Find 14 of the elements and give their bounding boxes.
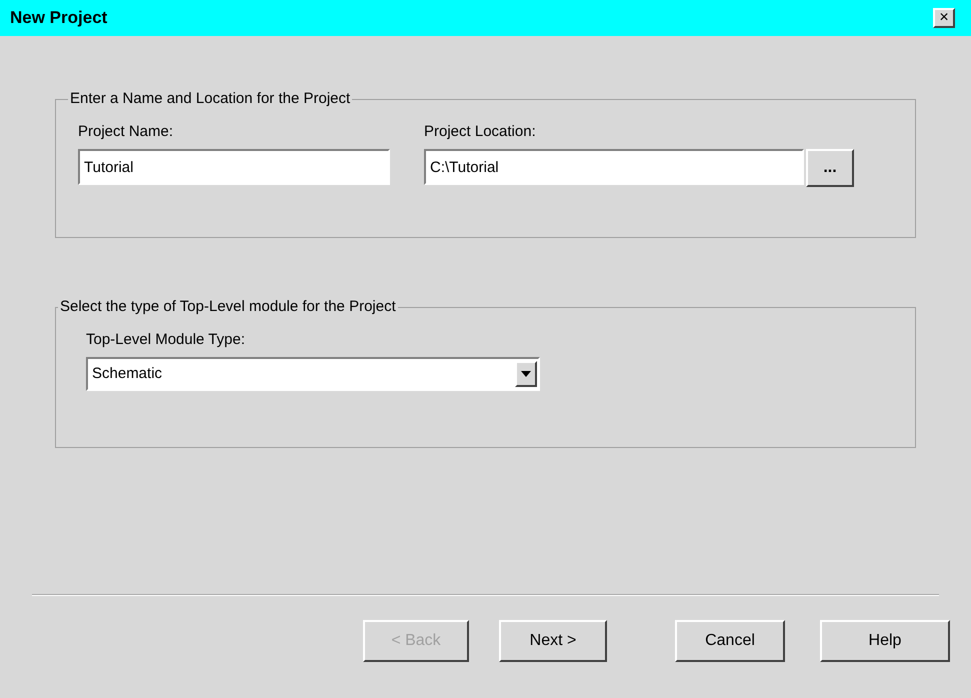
group-legend: Enter a Name and Location for the Project	[68, 88, 352, 110]
dialog-button[interactable]: Next >	[499, 620, 607, 662]
group-legend: Select the type of Top-Level module for the Project	[58, 296, 398, 318]
project-location-field[interactable]: C:\Tutorial	[424, 149, 804, 185]
project-name-field[interactable]: Tutorial	[78, 149, 390, 185]
window-title: New Project	[10, 7, 108, 30]
module-type-dropdown[interactable]: Schematic	[86, 357, 540, 391]
field-label: Project Location:	[424, 122, 537, 142]
field-label: Top-Level Module Type:	[86, 330, 246, 350]
dialog-button[interactable]: Help	[820, 620, 950, 662]
close-button[interactable]: ×	[933, 8, 955, 28]
field-label: Project Name:	[78, 122, 174, 142]
dialog-button[interactable]: Cancel	[675, 620, 785, 662]
browse-button[interactable]: ...	[806, 149, 854, 187]
